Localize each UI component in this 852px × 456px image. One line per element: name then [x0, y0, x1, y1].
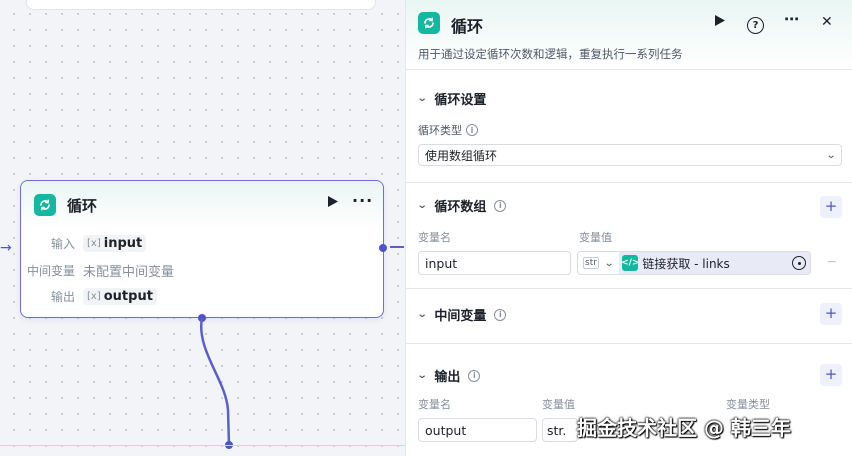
output-col-type: 变量类型	[726, 398, 770, 411]
output-var-type-select[interactable]: str.	[542, 418, 578, 442]
remove-row-icon[interactable]: −	[826, 254, 838, 270]
info-icon[interactable]: i	[468, 369, 481, 382]
close-icon[interactable]: ✕	[821, 14, 833, 30]
loop-type-label-text: 循环类型	[418, 124, 462, 137]
panel-description: 用于通过设定循环次数和逻辑，重复执行一系列任务	[418, 47, 683, 61]
array-var-value-field[interactable]: str ⌄ </> 链接获取 - links	[577, 251, 811, 275]
section-loop-array[interactable]: ⌄ 循环数组 i	[416, 196, 507, 215]
output-var-name-value: output	[425, 422, 467, 438]
run-icon[interactable]	[714, 13, 726, 31]
workflow-canvas[interactable]: → 循环 ··· 输入 [x] input 中间变量 未配置中间变量 输出 [x…	[0, 0, 405, 456]
panel-title: 循环	[451, 17, 484, 36]
array-var-ref-text: 链接获取 - links	[642, 256, 730, 271]
array-col-value: 变量值	[579, 231, 612, 244]
section-output[interactable]: ⌄ 输出 i	[416, 366, 481, 385]
chevron-down-icon: ⌄	[416, 370, 428, 381]
array-col-name: 变量名	[418, 231, 451, 244]
output-var-type-value: str.	[547, 422, 567, 438]
type-select[interactable]: str	[583, 257, 599, 269]
section-loop-settings[interactable]: ⌄ 循环设置	[416, 89, 487, 108]
help-icon[interactable]: ?	[747, 14, 764, 34]
add-loop-array-button[interactable]: +	[820, 196, 842, 218]
output-var-name-input[interactable]: output	[418, 418, 537, 442]
info-icon[interactable]: i	[494, 199, 507, 212]
array-var-name-input[interactable]: input	[418, 251, 571, 275]
loop-type-select[interactable]: 使用数组循环 ⌄	[418, 144, 842, 166]
chevron-down-icon: ⌄	[416, 200, 428, 211]
info-icon[interactable]: i	[494, 308, 507, 321]
chevron-down-icon: ⌄	[825, 149, 837, 161]
chevron-down-icon[interactable]: ⌄	[604, 258, 615, 269]
add-mid-var-button[interactable]: +	[820, 303, 842, 325]
target-icon[interactable]	[792, 256, 806, 270]
loop-body-border	[0, 445, 405, 446]
array-var-ref[interactable]: </> 链接获取 - links	[619, 252, 810, 274]
section-loop-settings-title: 循环设置	[434, 93, 487, 108]
info-icon[interactable]: i	[466, 124, 478, 136]
loop-type-value: 使用数组循环	[425, 148, 498, 163]
section-mid-vars[interactable]: ⌄ 中间变量 i	[416, 305, 507, 324]
chevron-down-icon: ⌄	[416, 309, 428, 320]
node-config-panel: 循环 ? ⋯ ✕ 用于通过设定循环次数和逻辑，重复执行一系列任务 ⌄ 循环设置 …	[405, 0, 852, 456]
add-output-button[interactable]: +	[820, 364, 842, 386]
loop-type-label: 循环类型 i	[418, 122, 478, 138]
array-var-name-value: input	[425, 255, 458, 271]
loop-body-edge	[199, 317, 231, 446]
divider	[406, 182, 852, 183]
loop-icon	[418, 12, 440, 34]
divider	[406, 343, 852, 344]
code-icon: </>	[621, 255, 640, 271]
section-mid-vars-title: 中间变量	[434, 309, 487, 324]
output-col-name: 变量名	[418, 398, 451, 411]
divider	[406, 288, 852, 289]
panel-header: 循环 ? ⋯ ✕ 用于通过设定循环次数和逻辑，重复执行一系列任务	[406, 0, 852, 70]
output-col-value: 变量值	[542, 398, 575, 411]
more-icon[interactable]: ⋯	[784, 10, 800, 28]
section-output-title: 输出	[434, 370, 461, 385]
section-loop-array-title: 循环数组	[434, 200, 487, 215]
watermark: 掘金技术社区 @ 韩三年	[577, 416, 791, 440]
chevron-down-icon: ⌄	[416, 93, 428, 104]
